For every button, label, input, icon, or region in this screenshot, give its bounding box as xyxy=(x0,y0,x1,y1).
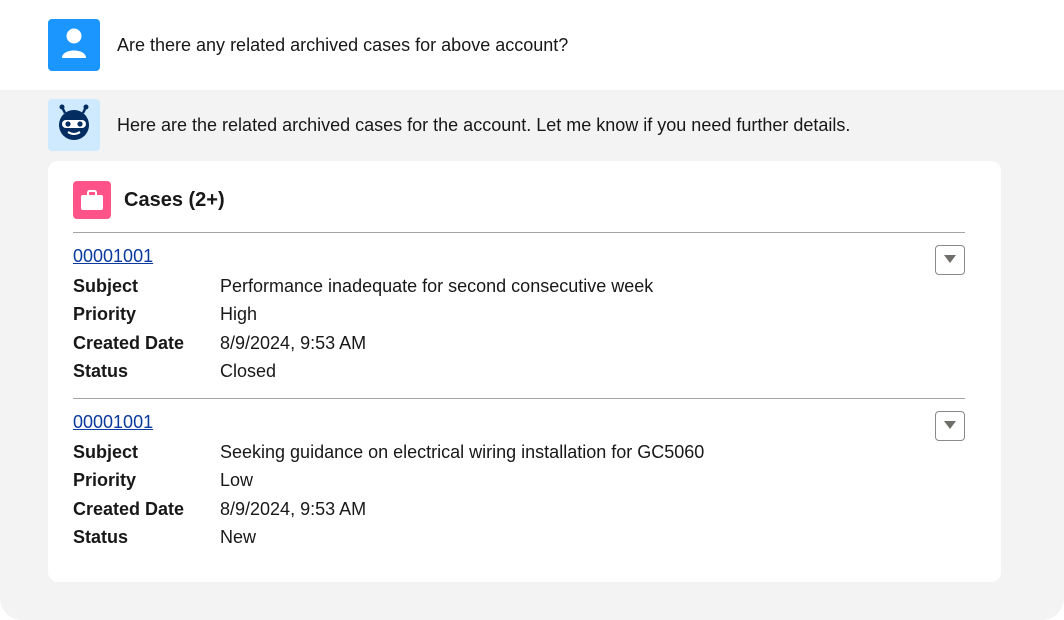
bot-message-text: Here are the related archived cases for … xyxy=(117,115,851,135)
case-actions-dropdown-button[interactable] xyxy=(935,411,965,441)
case-actions-dropdown-button[interactable] xyxy=(935,245,965,275)
case-number-link[interactable]: 00001001 xyxy=(73,412,153,433)
field-value: 8/9/2024, 9:53 AM xyxy=(220,499,367,519)
user-message-text: Are there any related archived cases for… xyxy=(117,35,569,55)
cases-card-title: Cases (2+) xyxy=(124,189,225,211)
field-value: Performance inadequate for second consec… xyxy=(220,276,654,296)
case-record: 00001001 Subject Seeking guidance on ele… xyxy=(73,398,965,564)
chevron-down-icon xyxy=(943,417,957,435)
case-number-link[interactable]: 00001001 xyxy=(73,246,153,267)
cases-card: Cases (2+) 00001001 Subject Performance … xyxy=(48,161,1001,582)
user-icon xyxy=(59,26,89,65)
field-value: High xyxy=(220,304,258,324)
field-value: Low xyxy=(220,470,254,490)
field-label: Created Date xyxy=(73,333,185,353)
field-value: Seeking guidance on electrical wiring in… xyxy=(220,442,705,462)
user-avatar xyxy=(48,19,100,71)
briefcase-icon xyxy=(73,181,111,219)
field-label: Priority xyxy=(73,304,137,324)
chevron-down-icon xyxy=(943,251,957,269)
field-value: Closed xyxy=(220,361,277,381)
bot-message-panel: Here are the related archived cases for … xyxy=(0,90,1064,620)
field-label: Created Date xyxy=(73,499,185,519)
user-message-row: Are there any related archived cases for… xyxy=(0,0,1064,90)
field-label: Subject xyxy=(73,276,139,296)
bot-icon xyxy=(54,103,94,148)
field-label: Priority xyxy=(73,470,137,490)
field-label: Status xyxy=(73,527,129,547)
field-label: Status xyxy=(73,361,129,381)
field-value: New xyxy=(220,527,257,547)
field-value: 8/9/2024, 9:53 AM xyxy=(220,333,367,353)
bot-avatar xyxy=(48,99,100,151)
field-label: Subject xyxy=(73,442,139,462)
case-record: 00001001 Subject Performance inadequate … xyxy=(73,232,965,398)
